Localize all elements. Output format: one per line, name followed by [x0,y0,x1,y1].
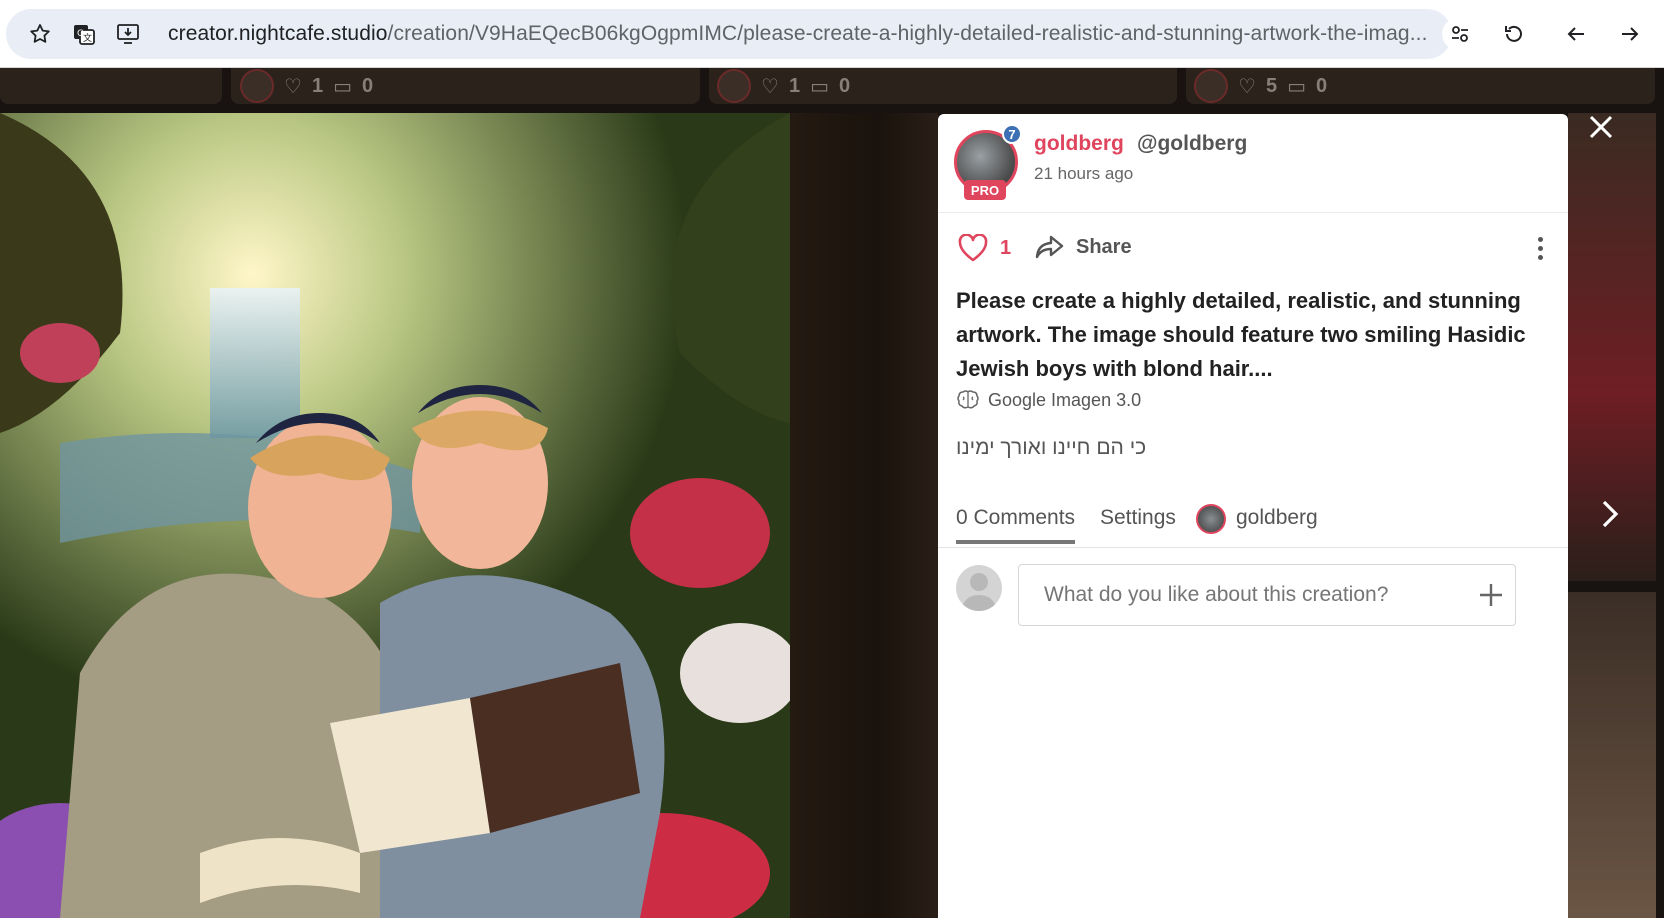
avatar [1194,69,1228,103]
add-comment-icon[interactable] [1476,580,1506,610]
creation-caption: כי הם חיינו ואורך ימינו [956,436,1147,459]
divider [938,212,1568,213]
creation-prompt[interactable]: Please create a highly detailed, realist… [956,284,1536,386]
creation-image[interactable] [0,113,790,918]
next-creation-chevron-icon[interactable] [1598,496,1622,532]
avatar [240,69,274,103]
gallery-card-stats: ♡ 5 ▭ 0 [1194,68,1327,104]
tab-creator[interactable]: goldberg [1236,506,1318,530]
image-backdrop [790,113,938,918]
like-count: 1 [788,74,801,97]
avatar [717,69,751,103]
model-name: Google Imagen 3.0 [988,389,1142,410]
url-text[interactable]: creator.nightcafe.studio/creation/V9HaEQ… [168,22,1428,46]
creation-detail-panel: 7 PRO goldberg @goldberg 21 hours ago 1 … [938,114,1568,918]
more-options-icon[interactable] [1526,230,1554,266]
creator-handle[interactable]: @goldberg [1137,132,1247,156]
comment-icon: ▭ [810,75,829,98]
tab-creator-avatar [1196,504,1226,534]
translate-icon[interactable]: G文 [68,18,100,50]
forward-arrow-icon[interactable] [1614,18,1646,50]
comment-count: 0 [361,74,374,97]
share-button[interactable]: Share [1034,234,1132,260]
share-label: Share [1076,235,1132,258]
share-arrow-icon [1035,235,1064,259]
gallery-card-preview[interactable] [1568,592,1656,918]
comment-count: 0 [838,74,851,97]
tab-comments[interactable]: 0 Comments [956,506,1076,544]
back-arrow-icon[interactable] [1560,18,1592,50]
model-info: Google Imagen 3.0 [956,389,1141,411]
like-button[interactable]: 1 [958,234,1011,262]
gallery-card-stats: ♡ 1 ▭ 0 [717,68,850,104]
heart-icon: ♡ [761,75,779,98]
heart-icon: ♡ [1238,75,1256,98]
close-icon[interactable] [1586,112,1616,142]
gallery-card-stats: ♡ 1 ▭ 0 [240,68,373,104]
url-host: creator.nightcafe.studio [168,22,388,45]
comment-count: 0 [1315,74,1328,97]
url-path: /creation/V9HaEQecB06kgOgpmIMC/please-cr… [387,22,1428,45]
brain-icon [957,390,979,409]
creator-name[interactable]: goldberg [1034,132,1124,156]
comment-input[interactable] [1018,564,1516,626]
level-badge: 7 [1002,124,1022,144]
svg-text:文: 文 [83,32,92,44]
comment-icon: ▭ [1287,75,1306,98]
install-app-icon[interactable] [112,18,144,50]
like-count: 1 [311,74,324,97]
detail-tabs: 0 Comments Settings goldberg [938,492,1568,548]
post-timestamp: 21 hours ago [1034,164,1134,183]
bookmark-star-icon[interactable] [24,18,56,50]
gallery-card[interactable] [0,68,222,104]
browser-toolbar: G文 creator.nightcafe.studio/creation/V9H… [0,0,1664,68]
like-count: 5 [1265,74,1278,97]
heart-icon: ♡ [284,75,302,98]
site-settings-icon[interactable] [1442,18,1478,50]
tab-settings[interactable]: Settings [1100,506,1176,530]
pro-badge: PRO [964,180,1006,200]
heart-icon [958,234,988,262]
reload-icon[interactable] [1498,18,1530,50]
like-count: 1 [1000,236,1012,259]
comment-icon: ▭ [333,75,352,98]
user-avatar-placeholder [956,565,1002,611]
